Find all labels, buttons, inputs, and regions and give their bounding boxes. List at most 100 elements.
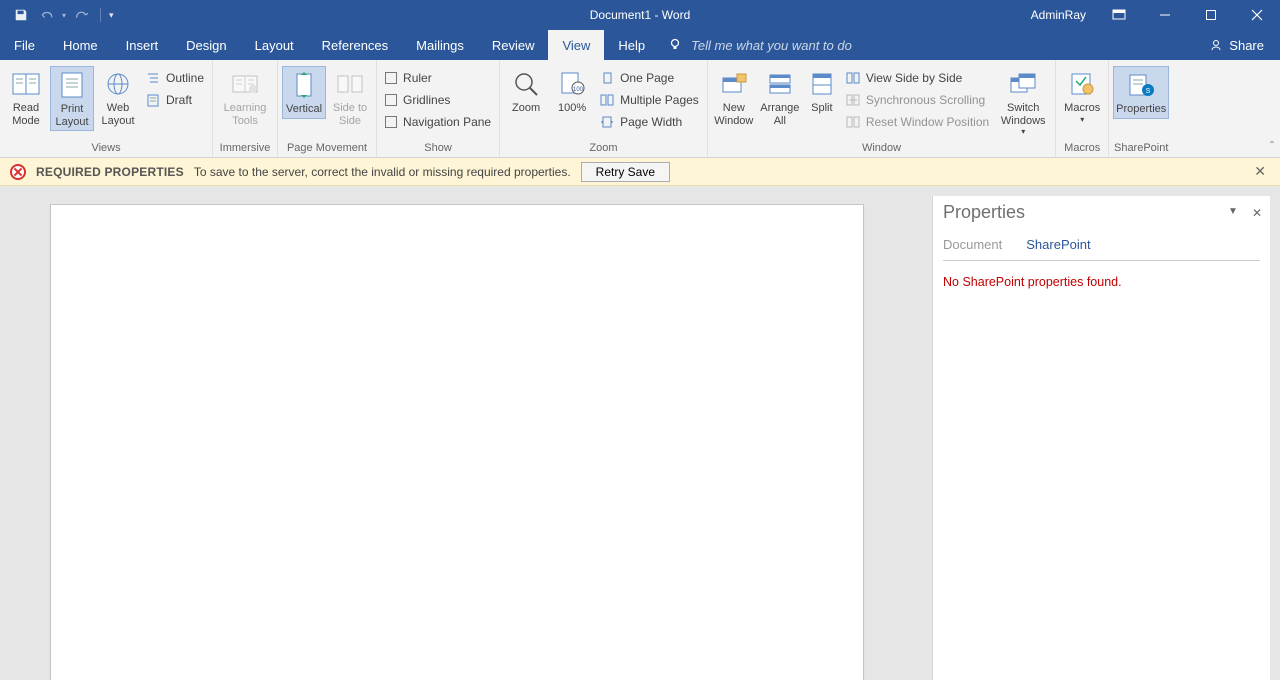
- zoom-button[interactable]: Zoom: [504, 66, 548, 117]
- tab-references[interactable]: References: [308, 30, 402, 60]
- message-bar: REQUIRED PROPERTIES To save to the serve…: [0, 158, 1280, 186]
- outline-icon: [146, 71, 160, 85]
- group-zoom: Zoom 100 100% One Page Multiple Pages Pa…: [500, 60, 708, 157]
- ribbon-display-options-button[interactable]: [1096, 0, 1142, 30]
- synchronous-scrolling-button: Synchronous Scrolling: [846, 90, 989, 110]
- side-by-side-icon: [846, 71, 860, 85]
- title-bar: ▾ ▾ Document1 - Word AdminRay: [0, 0, 1280, 30]
- print-layout-button[interactable]: Print Layout: [50, 66, 94, 131]
- split-icon: [806, 68, 838, 100]
- group-immersive: Learning Tools Immersive: [213, 60, 278, 157]
- multiple-pages-icon: [600, 93, 614, 107]
- one-page-button[interactable]: One Page: [600, 68, 699, 88]
- pane-tabs: Document SharePoint: [943, 231, 1260, 261]
- user-name[interactable]: AdminRay: [1031, 8, 1096, 22]
- message-bar-text: To save to the server, correct the inval…: [194, 165, 571, 179]
- document-page[interactable]: [50, 204, 864, 680]
- message-bar-close-button[interactable]: ✕: [1250, 163, 1270, 180]
- reset-position-icon: [846, 115, 860, 129]
- tell-me-input[interactable]: [691, 38, 891, 53]
- dropdown-icon: ▾: [1080, 115, 1084, 124]
- web-layout-icon: [102, 68, 134, 100]
- hundred-percent-icon: 100: [556, 68, 588, 100]
- sync-scroll-icon: [846, 93, 860, 107]
- draft-icon: [146, 93, 160, 107]
- web-layout-button[interactable]: Web Layout: [96, 66, 140, 129]
- one-page-icon: [600, 71, 614, 85]
- tab-home[interactable]: Home: [49, 30, 112, 60]
- arrange-all-button[interactable]: Arrange All: [758, 66, 802, 129]
- share-label: Share: [1229, 38, 1264, 53]
- multiple-pages-button[interactable]: Multiple Pages: [600, 90, 699, 110]
- close-button[interactable]: [1234, 0, 1280, 30]
- checkbox-icon: [385, 72, 397, 84]
- tab-insert[interactable]: Insert: [112, 30, 173, 60]
- gridlines-checkbox[interactable]: Gridlines: [385, 90, 491, 110]
- document-area[interactable]: [0, 186, 932, 680]
- group-show: Ruler Gridlines Navigation Pane Show: [377, 60, 500, 157]
- qat-customize-icon[interactable]: ▾: [109, 10, 114, 21]
- properties-icon: S: [1125, 69, 1157, 101]
- print-layout-icon: [56, 69, 88, 101]
- retry-save-button[interactable]: Retry Save: [581, 162, 670, 182]
- save-icon[interactable]: [10, 4, 32, 26]
- page-width-button[interactable]: Page Width: [600, 112, 699, 132]
- macros-button[interactable]: Macros ▾: [1060, 66, 1104, 126]
- tab-review[interactable]: Review: [478, 30, 549, 60]
- lightbulb-icon: [669, 38, 683, 52]
- group-macros: Macros ▾ Macros: [1056, 60, 1109, 157]
- read-mode-button[interactable]: Read Mode: [4, 66, 48, 129]
- macros-icon: [1066, 68, 1098, 100]
- properties-button[interactable]: S Properties: [1113, 66, 1169, 119]
- pane-tab-document[interactable]: Document: [943, 231, 1012, 260]
- svg-text:S: S: [1146, 88, 1151, 95]
- outline-button[interactable]: Outline: [146, 68, 204, 88]
- new-window-icon: [718, 68, 750, 100]
- collapse-ribbon-button[interactable]: ˆ: [1270, 139, 1274, 153]
- undo-button[interactable]: [36, 4, 58, 26]
- split-button[interactable]: Split: [804, 66, 840, 117]
- workspace: Properties ▼ ✕ Document SharePoint No Sh…: [0, 186, 1280, 680]
- group-window: New Window Arrange All Split View Side b…: [708, 60, 1056, 157]
- view-side-by-side-button[interactable]: View Side by Side: [846, 68, 989, 88]
- zoom-icon: [510, 68, 542, 100]
- navigation-pane-checkbox[interactable]: Navigation Pane: [385, 112, 491, 132]
- tell-me-search[interactable]: [669, 30, 891, 60]
- read-mode-icon: [10, 68, 42, 100]
- learning-tools-icon: [229, 68, 261, 100]
- pane-tab-sharepoint[interactable]: SharePoint: [1026, 231, 1100, 260]
- new-window-button[interactable]: New Window: [712, 66, 756, 129]
- tab-view[interactable]: View: [548, 30, 604, 60]
- reset-window-position-button: Reset Window Position: [846, 112, 989, 132]
- page-width-icon: [600, 115, 614, 129]
- vertical-icon: [288, 69, 320, 101]
- pane-title: Properties: [943, 202, 1025, 223]
- tab-mailings[interactable]: Mailings: [402, 30, 478, 60]
- side-to-side-button: Side to Side: [328, 66, 372, 129]
- switch-windows-button[interactable]: Switch Windows ▾: [995, 66, 1051, 138]
- properties-pane: Properties ▼ ✕ Document SharePoint No Sh…: [932, 196, 1270, 680]
- pane-close-button[interactable]: ✕: [1252, 206, 1262, 220]
- zoom-100-button[interactable]: 100 100%: [550, 66, 594, 117]
- dropdown-icon: ▾: [1021, 127, 1025, 136]
- draft-button[interactable]: Draft: [146, 90, 204, 110]
- group-sharepoint: S Properties SharePoint: [1109, 60, 1173, 157]
- redo-button[interactable]: [70, 4, 92, 26]
- share-button[interactable]: Share: [1193, 30, 1280, 60]
- tab-layout[interactable]: Layout: [241, 30, 308, 60]
- tab-design[interactable]: Design: [172, 30, 240, 60]
- ruler-checkbox[interactable]: Ruler: [385, 68, 491, 88]
- vertical-button[interactable]: Vertical: [282, 66, 326, 119]
- arrange-all-icon: [764, 68, 796, 100]
- error-icon: [10, 164, 26, 180]
- pane-options-button[interactable]: ▼: [1228, 206, 1238, 220]
- minimize-button[interactable]: [1142, 0, 1188, 30]
- checkbox-icon: [385, 116, 397, 128]
- switch-windows-icon: [1007, 68, 1039, 100]
- tab-file[interactable]: File: [0, 30, 49, 60]
- tab-help[interactable]: Help: [604, 30, 659, 60]
- svg-text:100: 100: [573, 87, 584, 93]
- maximize-button[interactable]: [1188, 0, 1234, 30]
- ribbon: Read Mode Print Layout Web Layout Outlin…: [0, 60, 1280, 158]
- undo-dropdown-icon[interactable]: ▾: [62, 11, 66, 20]
